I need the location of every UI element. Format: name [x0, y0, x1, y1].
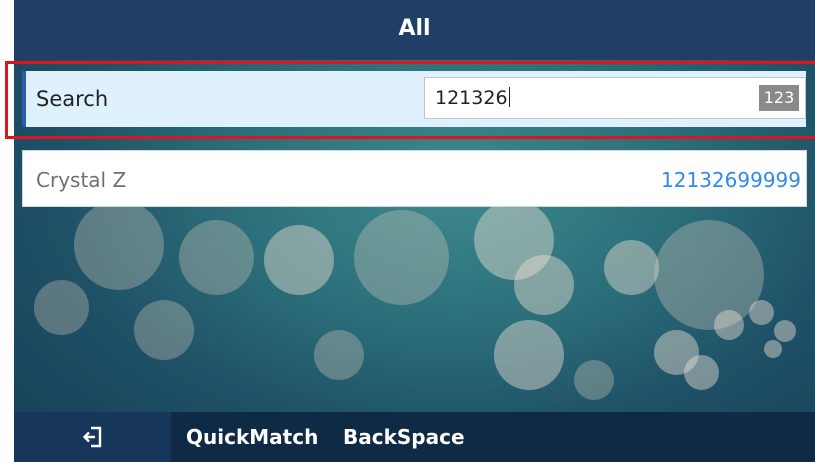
- search-label: Search: [36, 87, 109, 111]
- contact-number: 12132699999: [661, 168, 801, 192]
- exit-arrow-icon: [83, 426, 102, 448]
- text-caret: [508, 87, 510, 107]
- input-mode-badge[interactable]: 123: [759, 85, 799, 111]
- softkey-bar: QuickMatch BackSpace: [14, 412, 815, 462]
- back-softkey[interactable]: [14, 412, 171, 462]
- phone-screen: All Search 121326 123 Crystal Z 12132699…: [14, 0, 815, 462]
- page-title: All: [398, 16, 431, 41]
- title-bar: All: [14, 0, 815, 60]
- search-input-value: 121326: [435, 87, 510, 109]
- search-row[interactable]: Search 121326 123: [22, 71, 806, 127]
- search-input[interactable]: 121326 123: [424, 77, 806, 119]
- backspace-softkey[interactable]: BackSpace: [343, 412, 465, 462]
- contact-result-row[interactable]: Crystal Z 12132699999: [22, 150, 807, 207]
- quickmatch-softkey[interactable]: QuickMatch: [186, 412, 318, 462]
- contact-name: Crystal Z: [36, 168, 127, 192]
